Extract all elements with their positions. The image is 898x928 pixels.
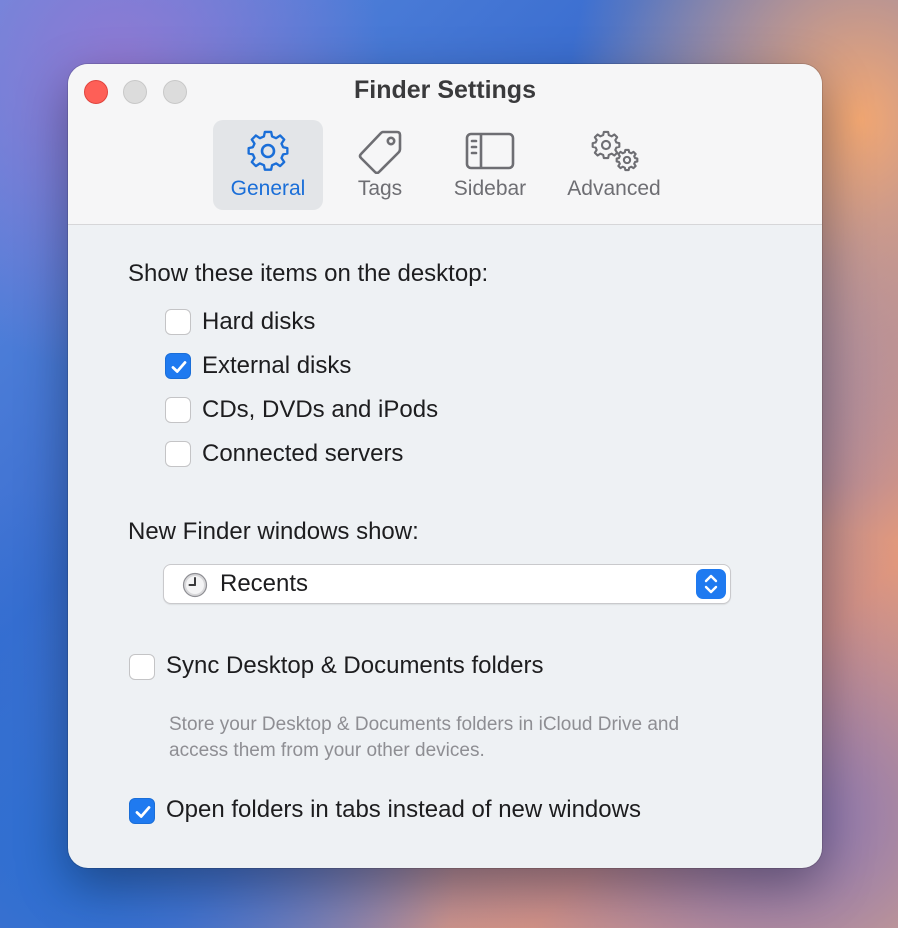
open-folders-in-tabs-label[interactable]: Open folders in tabs instead of new wind… xyxy=(166,796,641,824)
sync-desktop-documents-label[interactable]: Sync Desktop & Documents folders xyxy=(166,652,544,680)
new-windows-popup[interactable]: Recents xyxy=(163,564,731,604)
finder-settings-window: Finder Settings General Tags Sidebar Adv… xyxy=(68,64,822,868)
tab-sidebar[interactable]: Sidebar xyxy=(440,120,540,210)
open-folders-in-tabs-checkbox[interactable] xyxy=(129,798,155,824)
window-title: Finder Settings xyxy=(354,76,536,104)
tab-advanced[interactable]: Advanced xyxy=(554,120,674,210)
external-disks-label[interactable]: External disks xyxy=(202,352,351,380)
popup-selected-value: Recents xyxy=(220,570,309,597)
connected-servers-checkbox[interactable] xyxy=(165,441,191,467)
tab-general-label: General xyxy=(230,177,306,200)
hard-disks-checkbox[interactable] xyxy=(165,309,191,335)
gears-icon xyxy=(554,128,674,174)
sync-desktop-documents-checkbox[interactable] xyxy=(129,654,155,680)
checkmark-icon xyxy=(135,806,151,818)
cds-dvds-ipods-label[interactable]: CDs, DVDs and iPods xyxy=(202,396,438,424)
tab-advanced-label: Advanced xyxy=(567,177,661,200)
hard-disks-label[interactable]: Hard disks xyxy=(202,308,315,336)
new-windows-heading: New Finder windows show: xyxy=(128,518,419,545)
sidebar-icon xyxy=(440,128,540,174)
clock-icon xyxy=(182,572,208,603)
checkmark-icon xyxy=(171,361,187,373)
sync-description: Store your Desktop & Documents folders i… xyxy=(169,714,680,761)
tag-icon xyxy=(334,128,426,174)
tab-sidebar-label: Sidebar xyxy=(453,177,527,200)
tab-tags[interactable]: Tags xyxy=(334,120,426,210)
cds-dvds-ipods-checkbox[interactable] xyxy=(165,397,191,423)
chevron-up-down-icon xyxy=(696,569,726,599)
toolbar: Finder Settings General Tags Sidebar Adv… xyxy=(68,64,822,225)
tab-tags-label: Tags xyxy=(357,177,403,200)
external-disks-checkbox[interactable] xyxy=(165,353,191,379)
gear-icon xyxy=(213,128,323,174)
connected-servers-label[interactable]: Connected servers xyxy=(202,440,403,468)
tab-general[interactable]: General xyxy=(213,120,323,210)
desktop-items-heading: Show these items on the desktop: xyxy=(128,260,489,287)
